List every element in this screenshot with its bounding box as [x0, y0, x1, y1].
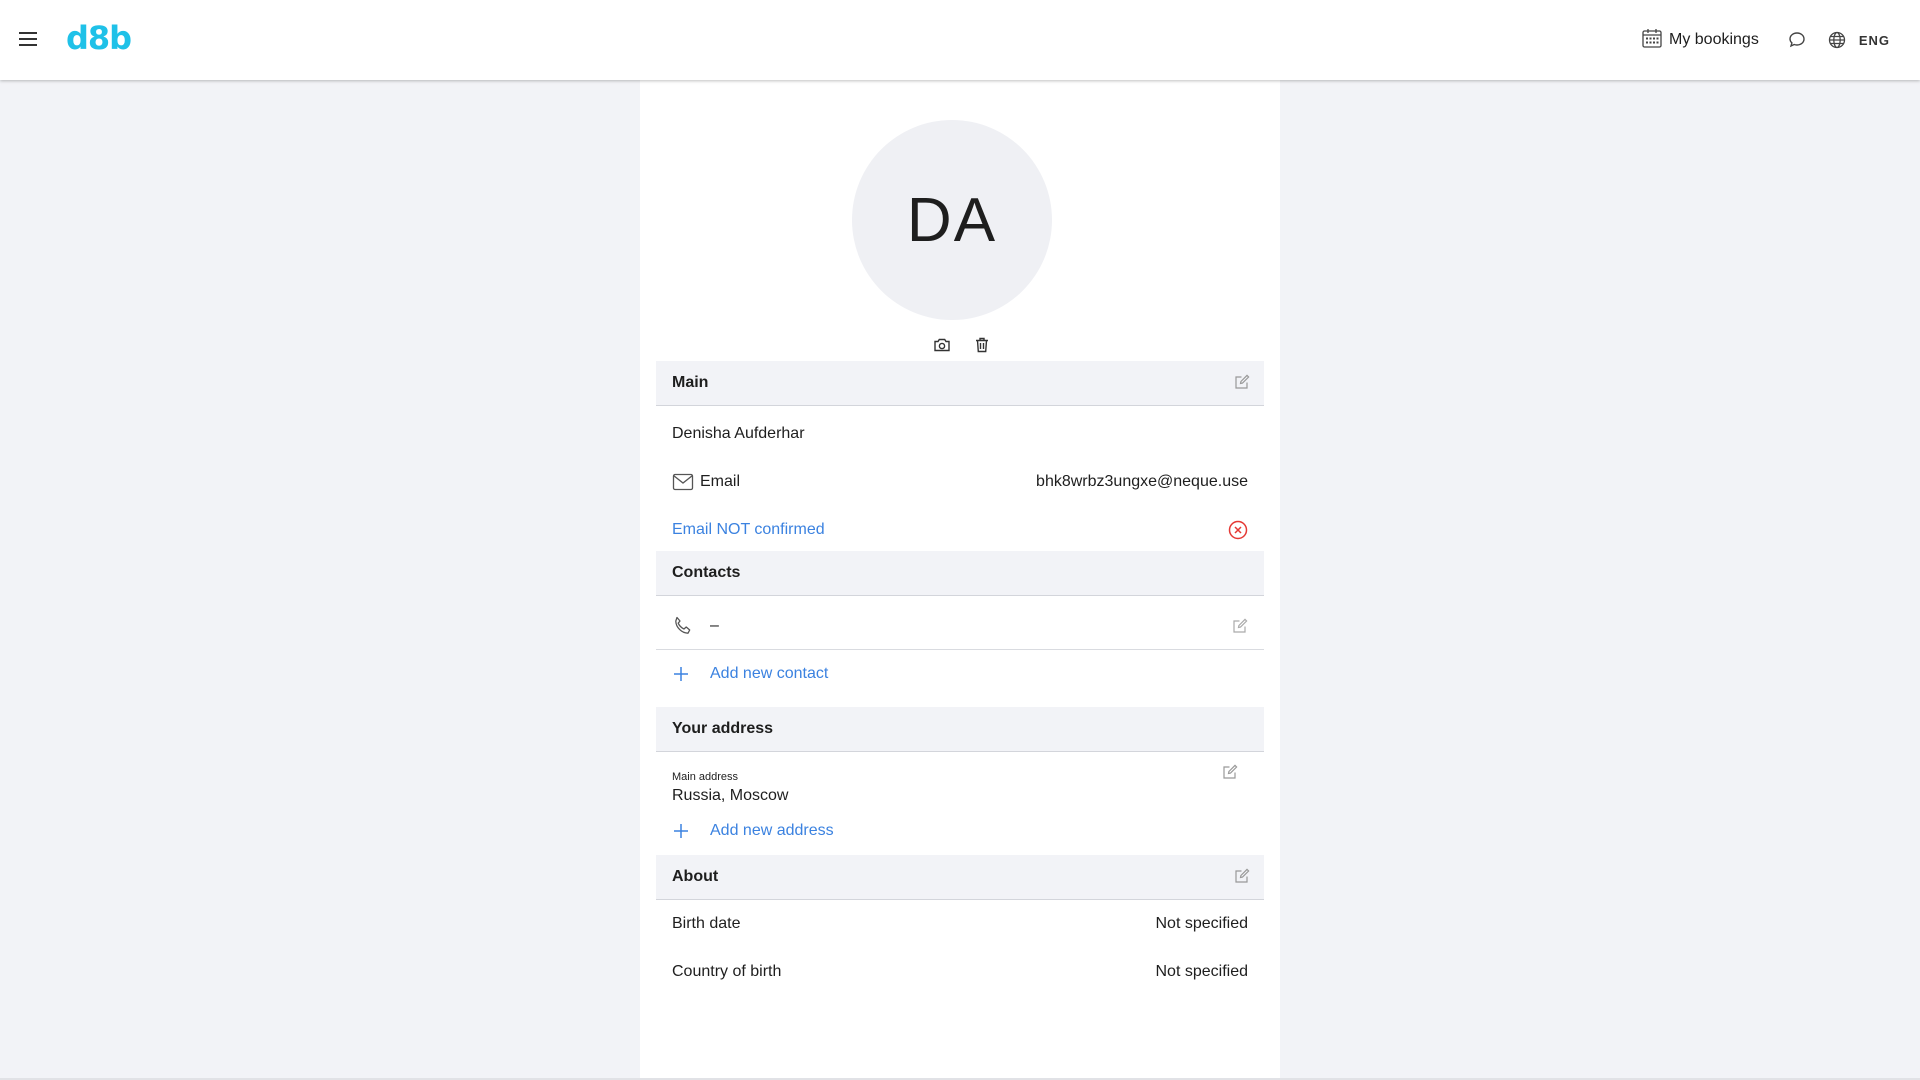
add-new-contact-link[interactable]: Add new contact: [710, 665, 828, 683]
main-address-row: Main address Russia, Moscow: [656, 764, 1264, 812]
edit-main-icon[interactable]: [1234, 374, 1250, 395]
country-of-birth-label: Country of birth: [672, 963, 782, 980]
email-not-confirmed-link[interactable]: Email NOT confirmed: [672, 521, 825, 539]
birth-date-label: Birth date: [672, 915, 741, 932]
avatar-actions: [930, 333, 994, 357]
main-address-value: Russia, Moscow: [672, 787, 789, 804]
contacts-section-header: Contacts: [656, 551, 1264, 596]
main-section-title: Main: [672, 374, 709, 391]
plus-icon: [672, 822, 690, 840]
plus-icon: [672, 665, 690, 683]
error-circle-icon: [1228, 520, 1248, 540]
edit-about-icon[interactable]: [1234, 868, 1250, 889]
contacts-section-title: Contacts: [672, 564, 741, 581]
address-section-header: Your address: [656, 707, 1264, 752]
my-bookings-link[interactable]: My bookings: [1641, 27, 1759, 54]
main-address-label: Main address: [672, 771, 739, 783]
add-contact-row[interactable]: Add new contact: [656, 652, 1264, 696]
edit-phone-icon[interactable]: [1232, 618, 1248, 634]
address-section-title: Your address: [672, 720, 774, 737]
edit-address-icon[interactable]: [1222, 764, 1238, 780]
birth-date-row: Birth date Not specified: [656, 902, 1264, 946]
full-name-row: Denisha Aufderhar: [656, 412, 1264, 456]
email-label: Email: [700, 473, 741, 490]
email-value: bhk8wrbz3ungxe@neque.use: [1036, 473, 1248, 490]
phone-value: –: [710, 617, 719, 634]
profile-card: DA Main Denisha Aufderhar Email bhk8wrbz…: [640, 80, 1280, 1080]
about-section-header: About: [656, 855, 1264, 900]
main-section-header: Main: [656, 361, 1264, 406]
trash-icon[interactable]: [970, 333, 994, 357]
header-actions: My bookings ENG: [1641, 0, 1890, 80]
full-name: Denisha Aufderhar: [672, 425, 805, 442]
email-icon: [672, 473, 694, 491]
calendar-icon: [1641, 27, 1663, 54]
add-new-address-link[interactable]: Add new address: [710, 822, 834, 840]
top-bar: d8b My bookings ENG: [0, 0, 1920, 80]
camera-icon[interactable]: [930, 333, 954, 357]
my-bookings-label: My bookings: [1669, 31, 1759, 48]
phone-row: –: [656, 604, 1264, 648]
contacts-divider: [656, 649, 1264, 650]
language-selector[interactable]: ENG: [1859, 33, 1890, 48]
phone-icon: [672, 615, 694, 637]
about-section-title: About: [672, 868, 719, 885]
chat-icon[interactable]: [1785, 28, 1809, 52]
email-status-row: Email NOT confirmed: [656, 508, 1264, 552]
logo[interactable]: d8b: [66, 19, 132, 57]
birth-date-value: Not specified: [1155, 915, 1249, 932]
hamburger-menu-icon[interactable]: [16, 27, 40, 51]
country-of-birth-value: Not specified: [1155, 963, 1249, 980]
country-of-birth-row: Country of birth Not specified: [656, 950, 1264, 994]
globe-icon[interactable]: [1825, 28, 1849, 52]
avatar: DA: [852, 120, 1052, 320]
email-row: Email bhk8wrbz3ungxe@neque.use: [656, 460, 1264, 504]
add-address-row[interactable]: Add new address: [656, 813, 1264, 849]
